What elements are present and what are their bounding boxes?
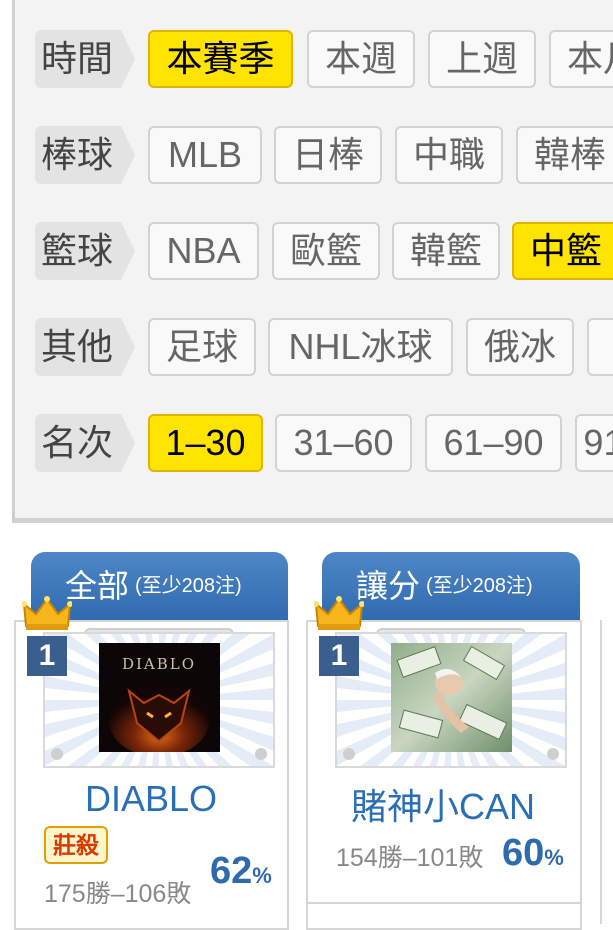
- filter-chip-npb[interactable]: 日棒: [274, 126, 382, 184]
- crown-icon: [314, 596, 364, 630]
- filter-chip-kbo[interactable]: 韓棒: [516, 126, 613, 184]
- filter-chip-cpbl[interactable]: 中職: [395, 126, 503, 184]
- win-percentage: 62%: [210, 850, 272, 893]
- card-tab-title: 讓分: [356, 568, 421, 604]
- filter-chip-rank-1-30[interactable]: 1–30: [148, 414, 263, 472]
- player-name[interactable]: DIABLO: [20, 778, 282, 820]
- win-percentage: 60%: [502, 832, 564, 875]
- next-card-edge: [600, 620, 613, 924]
- filter-panel: 時間 本賽季 本週 上週 本月 棒球 MLB 日棒 中職 韓棒 籃球 NBA 歐…: [12, 0, 613, 523]
- rank-badge: 1: [27, 636, 67, 676]
- filter-chip-this-month[interactable]: 本月: [549, 30, 613, 88]
- filter-row-basketball: 籃球 NBA 歐籃 韓籃 中籃: [15, 222, 613, 284]
- filter-chip-other-more[interactable]: 賽: [587, 318, 613, 376]
- filter-label-baseball: 棒球: [35, 126, 135, 184]
- card-footer-divider: [306, 902, 582, 926]
- filter-chip-nhl[interactable]: NHL冰球: [268, 318, 453, 376]
- filter-chip-this-season[interactable]: 本賽季: [148, 30, 293, 88]
- win-percentage-value: 60: [502, 832, 545, 874]
- card-tab-title: 全部: [65, 568, 130, 604]
- filter-chip-mlb[interactable]: MLB: [148, 126, 262, 184]
- filter-label-rank: 名次: [35, 414, 135, 472]
- rank-badge: 1: [319, 636, 359, 676]
- filter-row-other: 其他 足球 NHL冰球 俄冰 賽: [15, 318, 613, 380]
- filter-chip-soccer[interactable]: 足球: [148, 318, 256, 376]
- filter-chip-korea-basketball[interactable]: 韓籃: [392, 222, 500, 280]
- card-tab-subtitle: (至少208注): [426, 575, 533, 597]
- player-name[interactable]: 賭神小CAN: [312, 778, 574, 830]
- filter-chip-last-week[interactable]: 上週: [428, 30, 536, 88]
- filter-chip-euro-basketball[interactable]: 歐籃: [272, 222, 380, 280]
- filter-chip-russian-hockey[interactable]: 俄冰: [466, 318, 574, 376]
- filter-chip-rank-61-90[interactable]: 61–90: [425, 414, 562, 472]
- filter-row-baseball: 棒球 MLB 日棒 中職 韓棒: [15, 126, 613, 188]
- avatar[interactable]: DIABLO: [99, 643, 220, 752]
- frame-dot: [51, 748, 63, 760]
- filter-row-time: 時間 本賽季 本週 上週 本月: [15, 30, 613, 92]
- filter-chip-china-basketball[interactable]: 中籃: [512, 222, 613, 280]
- win-percentage-unit: %: [252, 863, 272, 888]
- filter-label-basketball: 籃球: [35, 222, 135, 280]
- filter-label-time: 時間: [35, 30, 135, 88]
- frame-dot: [343, 748, 355, 760]
- frame-dot: [547, 748, 559, 760]
- win-percentage-value: 62: [210, 850, 253, 892]
- win-loss-record: 154勝–101敗: [336, 844, 484, 872]
- avatar[interactable]: [391, 643, 512, 752]
- win-loss-record: 175勝–106敗: [44, 880, 192, 908]
- filter-chip-this-week[interactable]: 本週: [307, 30, 415, 88]
- frame-dot: [255, 748, 267, 760]
- crown-icon: [22, 596, 72, 630]
- logo-text: DIABLO: [122, 655, 196, 673]
- filter-row-rank: 名次 1–30 31–60 61–90 91–120: [15, 414, 613, 476]
- filter-chip-rank-31-60[interactable]: 31–60: [275, 414, 412, 472]
- player-tag: 莊殺: [44, 826, 108, 864]
- filter-label-other: 其他: [35, 318, 135, 376]
- filter-chip-rank-91-120[interactable]: 91–120: [575, 414, 613, 472]
- filter-chip-nba[interactable]: NBA: [148, 222, 259, 280]
- card-tab-subtitle: (至少208注): [135, 575, 242, 597]
- win-percentage-unit: %: [544, 845, 564, 870]
